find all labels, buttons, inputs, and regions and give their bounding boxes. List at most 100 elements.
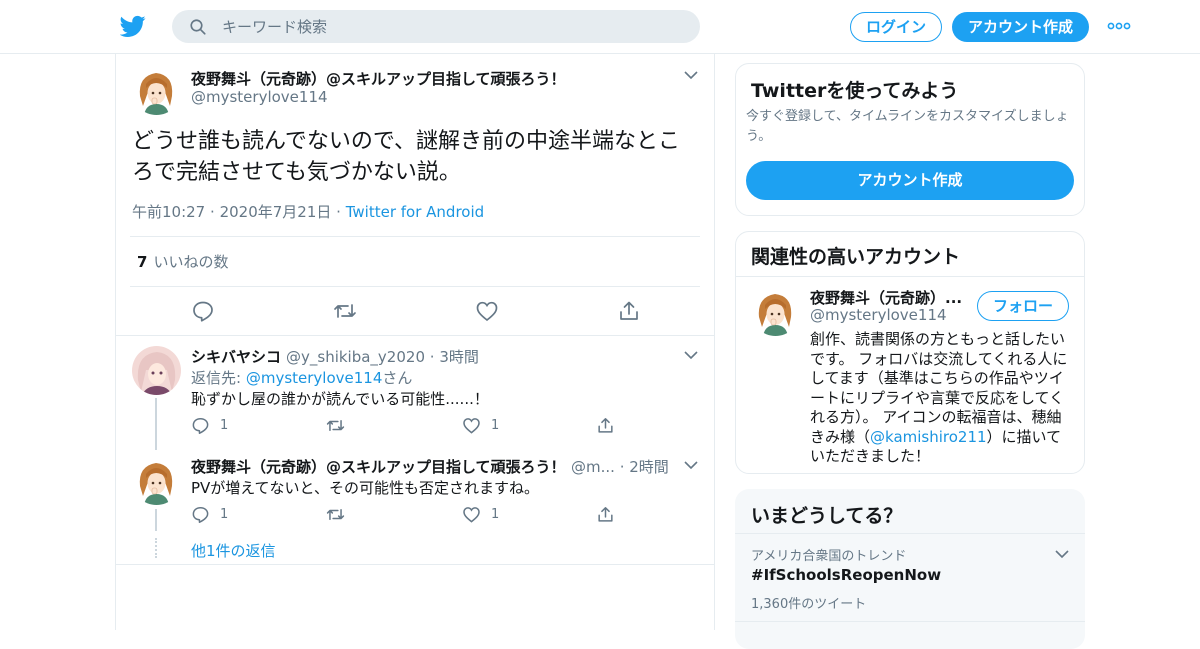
- more-dots-icon[interactable]: [1107, 22, 1131, 30]
- share-button[interactable]: [596, 416, 615, 436]
- bio-mention-link[interactable]: @kamishiro211: [870, 428, 987, 446]
- heart-icon: [463, 507, 480, 523]
- chevron-down-icon[interactable]: [1055, 550, 1069, 559]
- trend-context: アメリカ合衆国のトレンド: [751, 549, 907, 564]
- divider: [736, 276, 1084, 277]
- signup-card-title: Twitterを使ってみよう: [751, 80, 959, 102]
- meta-separator: ·: [210, 203, 215, 221]
- thread-line: [155, 509, 157, 531]
- reply-author-name[interactable]: シキバヤシコ: [191, 346, 281, 367]
- top-bar: ログイン アカウント作成: [0, 0, 1200, 54]
- reply-meta: @m... · 2時間: [571, 456, 669, 477]
- reply-to-user-link[interactable]: @mysterylove114: [246, 369, 383, 387]
- share-icon: [598, 507, 613, 522]
- thread-line: [155, 398, 157, 450]
- likes-count: 7: [137, 253, 148, 271]
- more-replies-link[interactable]: 他1件の返信: [191, 540, 276, 561]
- share-icon: [598, 418, 613, 433]
- avatar[interactable]: [751, 287, 800, 336]
- thread-line-dotted: [155, 538, 157, 558]
- signup-button[interactable]: アカウント作成: [952, 12, 1089, 42]
- reply-button[interactable]: 1: [191, 505, 228, 525]
- share-icon[interactable]: [617, 299, 641, 323]
- related-accounts-card: 関連性の高いアカウント 夜野舞斗（元奇跡）... @mysterylove114…: [735, 231, 1085, 474]
- chevron-down-icon[interactable]: [684, 461, 698, 470]
- tweet-time[interactable]: 午前10:27: [132, 203, 205, 221]
- reply-time[interactable]: 2時間: [629, 458, 669, 476]
- related-card-title: 関連性の高いアカウント: [751, 246, 961, 268]
- trends-card: いまどうしてる？ アメリカ合衆国のトレンド #IfSchoolsReopenNo…: [735, 489, 1085, 649]
- reply-time[interactable]: 3時間: [439, 348, 479, 366]
- reply-to-line: 返信先: @mysterylove114さん: [191, 367, 412, 388]
- search-icon: [190, 19, 206, 35]
- avatar[interactable]: [132, 66, 181, 115]
- author-name[interactable]: 夜野舞斗（元奇跡）@スキルアップ目指して頑張ろう！: [191, 68, 566, 89]
- heart-icon[interactable]: [475, 299, 499, 323]
- reply-count: 1: [220, 418, 229, 433]
- likes-label: いいねの数: [153, 253, 229, 271]
- retweet-icon[interactable]: [333, 299, 357, 323]
- divider: [116, 335, 714, 336]
- reply-author-handle[interactable]: @y_shikiba_y2020: [286, 348, 425, 366]
- chevron-down-icon[interactable]: [684, 71, 698, 80]
- avatar-illustration: [751, 287, 800, 336]
- divider: [130, 236, 700, 237]
- signup-card: Twitterを使ってみよう 今すぐ登録して、タイムラインをカスタマイズしましょ…: [735, 63, 1085, 216]
- avatar-illustration: [132, 66, 181, 115]
- divider: [130, 286, 700, 287]
- reply-count: 1: [220, 507, 229, 522]
- divider: [735, 533, 1085, 534]
- reply-icon[interactable]: [191, 299, 215, 323]
- retweet-button[interactable]: [326, 416, 345, 436]
- meta-separator: ·: [619, 458, 625, 476]
- chevron-down-icon[interactable]: [684, 351, 698, 360]
- tweet-source-link[interactable]: Twitter for Android: [346, 203, 484, 221]
- trend-hashtag-link[interactable]: #IfSchoolsReopenNow: [751, 566, 941, 584]
- signup-card-button[interactable]: アカウント作成: [746, 161, 1074, 200]
- signup-card-subtitle: 今すぐ登録して、タイムラインをカスタマイズしましょう。: [746, 109, 1069, 144]
- like-button[interactable]: 1: [462, 416, 499, 436]
- like-count: 1: [491, 418, 500, 433]
- reply-meta: @y_shikiba_y2020 · 3時間: [286, 346, 479, 367]
- login-button[interactable]: ログイン: [850, 12, 942, 42]
- reply-text: 恥ずかし屋の誰かが読んでいる可能性......！: [191, 390, 489, 408]
- account-bio: 創作、読書関係の方ともっと話したいです。 フォロバは交流してくれる人にしてます（…: [810, 330, 1072, 467]
- trend-tweet-count: 1,360件のツイート: [751, 597, 867, 612]
- divider: [735, 621, 1085, 622]
- like-button[interactable]: 1: [462, 505, 499, 525]
- heart-icon: [463, 418, 480, 434]
- share-button[interactable]: [596, 505, 615, 525]
- meta-separator: ·: [429, 348, 435, 366]
- meta-separator: ·: [336, 203, 341, 221]
- reply-to-prefix: 返信先:: [191, 369, 242, 387]
- likes-stat[interactable]: 7 いいねの数: [137, 251, 228, 272]
- like-count: 1: [491, 507, 500, 522]
- reply-button[interactable]: 1: [191, 416, 228, 436]
- account-name[interactable]: 夜野舞斗（元奇跡）...: [810, 287, 962, 308]
- avatar[interactable]: [132, 346, 181, 395]
- reply-icon: [192, 418, 209, 435]
- follow-button[interactable]: フォロー: [977, 291, 1069, 321]
- reply-text: PVが増えてないと、その可能性も否定されますね。: [191, 479, 539, 497]
- trends-title: いまどうしてる？: [751, 505, 903, 527]
- reply-to-suffix: さん: [382, 369, 413, 387]
- main-timeline: 夜野舞斗（元奇跡）@スキルアップ目指して頑張ろう！ @mysterylove11…: [115, 54, 715, 630]
- search-box[interactable]: [172, 10, 700, 43]
- twitter-bird-icon[interactable]: [120, 13, 146, 39]
- retweet-icon: [326, 419, 345, 432]
- tweet-meta: 午前10:27 · 2020年7月21日 · Twitter for Andro…: [132, 201, 484, 222]
- avatar-illustration: [132, 456, 181, 505]
- reply-author-handle[interactable]: @m...: [571, 458, 615, 476]
- avatar-illustration: [132, 346, 181, 395]
- reply-icon: [192, 507, 209, 524]
- reply-author-name[interactable]: 夜野舞斗（元奇跡）@スキルアップ目指して頑張ろう！: [191, 456, 566, 477]
- author-handle[interactable]: @mysterylove114: [191, 88, 328, 106]
- tweet-text: どうせ誰も読んでないので、謎解き前の中途半端なところで完結させても気づかない説。: [132, 129, 681, 185]
- retweet-button[interactable]: [326, 505, 345, 525]
- search-input[interactable]: [222, 10, 682, 43]
- divider: [116, 564, 714, 565]
- tweet-date[interactable]: 2020年7月21日: [220, 203, 332, 221]
- account-handle[interactable]: @mysterylove114: [810, 306, 947, 324]
- retweet-icon: [326, 508, 345, 521]
- avatar[interactable]: [132, 456, 181, 505]
